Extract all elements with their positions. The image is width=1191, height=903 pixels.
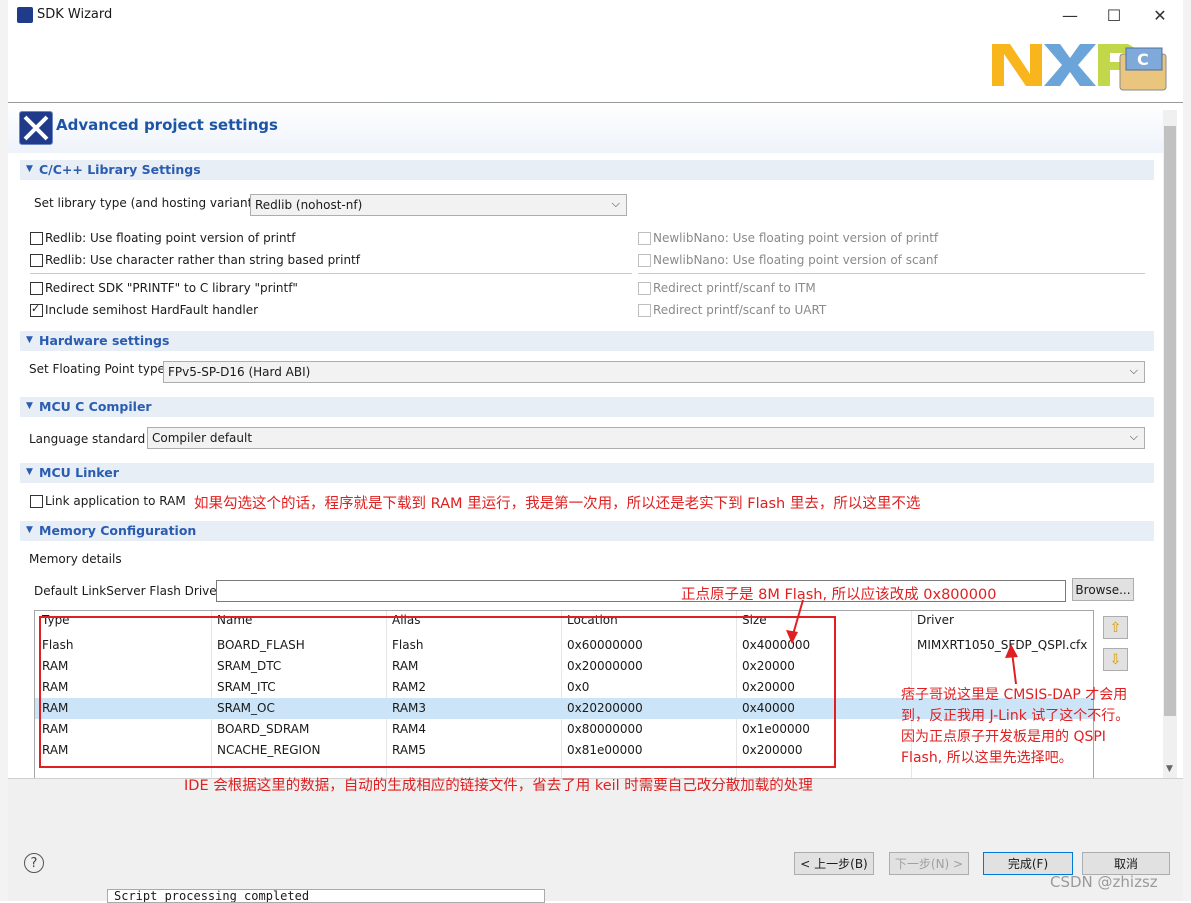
section-label: Hardware settings (39, 333, 170, 348)
chevron-down-icon: ⌵ (1129, 430, 1138, 443)
title-bar (8, 0, 1183, 30)
checkbox-redlib-char[interactable] (30, 254, 43, 267)
checkbox-redirect-itm[interactable] (638, 282, 651, 295)
redlib-char-label: Redlib: Use character rather than string… (45, 253, 360, 267)
checkbox-redirect-uart[interactable] (638, 304, 651, 317)
maximize-button[interactable]: ☐ (1091, 0, 1137, 30)
collapse-arrow-icon: ▼ (26, 335, 33, 345)
watermark: CSDN @zhizsz (1050, 873, 1158, 891)
section-linker[interactable]: ▼ MCU Linker (20, 463, 1154, 483)
annotation-arrows (786, 599, 1018, 685)
checkbox-redlib-float[interactable] (30, 232, 43, 245)
browse-button[interactable]: Browse... (1072, 578, 1134, 601)
collapse-arrow-icon: ▼ (26, 467, 33, 477)
annotation-driver-note: 痞子哥说这里是 CMSIS-DAP 才会用到，反正我用 J-Link 试了这个不… (901, 687, 1130, 766)
checkbox-redirect-sdk-printf[interactable] (30, 282, 43, 295)
background-window-edge-right (1183, 0, 1191, 901)
section-label: Memory Configuration (39, 523, 197, 538)
checkbox-newlibnano-printf[interactable] (638, 232, 651, 245)
page-title: Advanced project settings (56, 116, 278, 134)
divider (638, 273, 1145, 274)
divider (30, 273, 632, 274)
scrollbar-thumb[interactable] (1164, 126, 1176, 716)
close-button[interactable]: ✕ (1137, 0, 1183, 30)
language-standard-label: Language standard (29, 432, 146, 446)
section-label: MCU C Compiler (39, 399, 152, 414)
redirect-sdk-printf-label: Redirect SDK "PRINTF" to C library "prin… (45, 281, 298, 295)
collapse-arrow-icon: ▼ (26, 164, 33, 174)
finish-button[interactable]: 完成(F) (983, 852, 1073, 875)
link-to-ram-label: Link application to RAM (45, 494, 186, 508)
app-icon (17, 7, 33, 23)
chevron-down-icon: ⌵ (1129, 364, 1138, 377)
redirect-uart-label: Redirect printf/scanf to UART (653, 303, 827, 317)
back-button[interactable]: < 上一步(B) (794, 852, 874, 875)
redlib-float-label: Redlib: Use floating point version of pr… (45, 231, 296, 245)
section-label: C/C++ Library Settings (39, 162, 201, 177)
language-standard-select[interactable]: Compiler default ⌵ (147, 427, 1145, 449)
newlibnano-printf-label: NewlibNano: Use floating point version o… (653, 231, 939, 245)
fp-type-label: Set Floating Point type (29, 362, 165, 376)
fp-type-select[interactable]: FPv5-SP-D16 (Hard ABI) ⌵ (163, 361, 1145, 383)
checkbox-semihost-hardfault[interactable] (30, 302, 43, 317)
fp-type-value: FPv5-SP-D16 (Hard ABI) (168, 365, 311, 379)
checkbox-link-to-ram[interactable] (30, 495, 43, 508)
annotation-table-note-overlay: IDE 会根据这里的数据，自动的生成相应的链接文件，省去了用 keil 时需要自… (184, 778, 813, 794)
move-up-arrow-icon[interactable]: ⇧ (1103, 616, 1128, 639)
svg-text:C: C (1137, 50, 1149, 69)
section-compiler[interactable]: ▼ MCU C Compiler (20, 397, 1154, 417)
section-hardware[interactable]: ▼ Hardware settings (20, 331, 1154, 351)
collapse-arrow-icon: ▼ (26, 525, 33, 535)
next-button[interactable]: 下一步(N) > (889, 852, 969, 875)
minimize-button[interactable]: — (1047, 0, 1093, 30)
chevron-down-icon: ⌵ (611, 197, 620, 210)
help-icon[interactable]: ? (24, 853, 44, 873)
section-memory[interactable]: ▼ Memory Configuration (20, 521, 1154, 541)
annotation-ram-note: 如果勾选这个的话，程序就是下载到 RAM 里运行，我是第一次用，所以还是老实下到… (194, 496, 921, 512)
move-down-arrow-icon[interactable]: ⇩ (1103, 648, 1128, 671)
window-title: SDK Wizard (37, 7, 113, 22)
mcuxpresso-x-icon (19, 111, 53, 145)
wizard-footer (8, 778, 1183, 901)
semihost-hardfault-label: Include semihost HardFault handler (45, 303, 259, 317)
nxp-logo: C (992, 44, 1167, 91)
annotation-highlight-box (39, 616, 836, 768)
library-type-label: Set library type (and hosting variant) (34, 196, 257, 210)
newlibnano-scanf-label: NewlibNano: Use floating point version o… (653, 253, 938, 267)
checkbox-newlibnano-scanf[interactable] (638, 254, 651, 267)
library-type-value: Redlib (nohost-nf) (255, 198, 363, 212)
scroll-down-arrow-icon[interactable]: ▼ (1166, 764, 1173, 774)
memory-details-label: Memory details (29, 552, 122, 566)
section-library[interactable]: ▼ C/C++ Library Settings (20, 160, 1154, 180)
cancel-button[interactable]: 取消 (1082, 852, 1170, 875)
section-label: MCU Linker (39, 465, 119, 480)
language-standard-value: Compiler default (152, 431, 253, 445)
flash-driver-label: Default LinkServer Flash Driver (34, 584, 222, 598)
redirect-itm-label: Redirect printf/scanf to ITM (653, 281, 816, 295)
collapse-arrow-icon: ▼ (26, 401, 33, 411)
library-type-select[interactable]: Redlib (nohost-nf) ⌵ (250, 194, 627, 216)
